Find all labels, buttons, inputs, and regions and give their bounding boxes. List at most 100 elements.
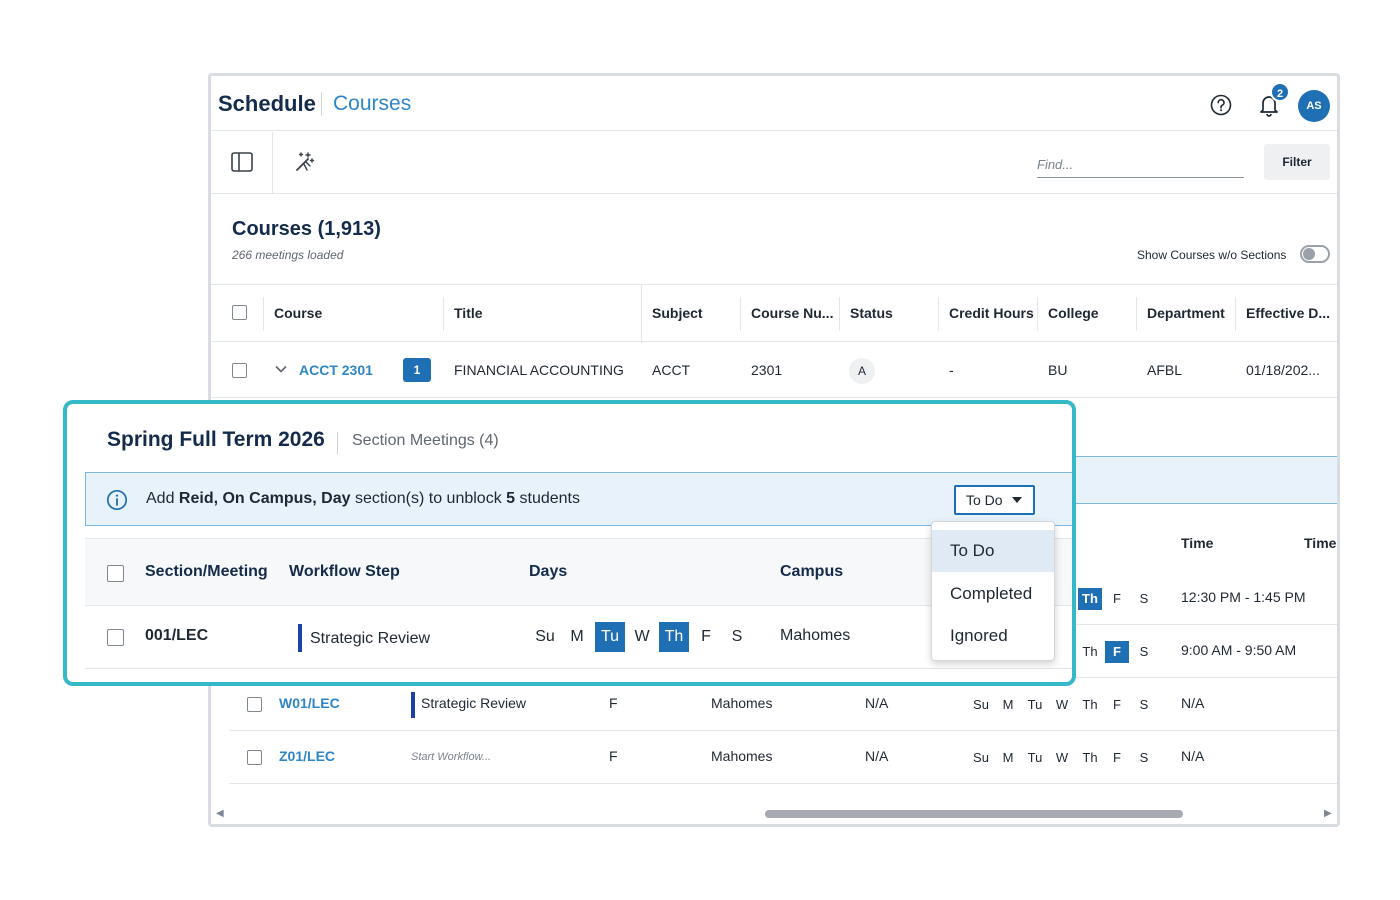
sidebar-panel-icon[interactable]: [231, 152, 253, 172]
column-header-department[interactable]: Department: [1147, 305, 1225, 321]
day-tu: Tu: [1027, 697, 1043, 712]
banner-section-criteria: Reid, On Campus, Day: [178, 490, 351, 507]
column-header-credit-hours[interactable]: Credit Hours: [949, 305, 1034, 321]
banner-student-count: 5: [506, 490, 516, 507]
day-f: F: [1113, 750, 1121, 765]
filter-button[interactable]: Filter: [1264, 144, 1330, 180]
caret-down-icon: [1012, 497, 1022, 503]
meeting-day: F: [609, 748, 618, 764]
column-header-college[interactable]: College: [1048, 305, 1099, 321]
section-meetings-card: Spring Full Term 2026 Section Meetings (…: [63, 400, 1076, 686]
avatar[interactable]: AS: [1298, 90, 1330, 122]
toolbar: Filter: [211, 132, 1337, 194]
scroll-left-icon[interactable]: ◀: [216, 808, 224, 819]
show-courses-label: Show Courses w/o Sections: [1137, 248, 1287, 262]
day-w: W: [1055, 750, 1069, 765]
section-meetings-count: Section Meetings (4): [352, 432, 499, 449]
courses-heading: Courses (1,913): [232, 218, 381, 240]
day-s: S: [1139, 591, 1149, 606]
column-header-subject[interactable]: Subject: [652, 305, 703, 321]
workflow-step[interactable]: Strategic Review: [310, 630, 430, 648]
not-applicable: N/A: [865, 748, 889, 764]
page-title[interactable]: Courses: [333, 92, 411, 116]
meetings-table-header: Section/Meeting Workflow Step Days Campu…: [85, 538, 1072, 606]
horizontal-scrollbar[interactable]: ◀ ▶: [211, 804, 1337, 822]
course-link[interactable]: ACCT 2301: [299, 362, 373, 378]
show-courses-toggle[interactable]: [1300, 245, 1330, 263]
meeting-row-checkbox[interactable]: [107, 629, 124, 646]
title-divider: [337, 432, 338, 454]
column-header-section-meeting[interactable]: Section/Meeting: [145, 563, 268, 581]
courses-table-header: Course Title Subject Course Nu... Status…: [211, 284, 1337, 343]
column-divider: [1235, 297, 1236, 331]
day-th: Th: [1082, 697, 1098, 712]
day-s: S: [731, 628, 743, 645]
start-workflow-link[interactable]: Start Workflow...: [411, 751, 491, 763]
row-checkbox[interactable]: [232, 363, 247, 378]
not-applicable: N/A: [865, 695, 889, 711]
campus: Mahomes: [711, 695, 773, 711]
column-header-course-number[interactable]: Course Nu...: [751, 305, 833, 321]
campus: Mahomes: [780, 627, 851, 644]
day-su: Su: [973, 750, 989, 765]
column-divider: [740, 297, 741, 331]
meeting-row[interactable]: 001/LEC Strategic Review Su M Tu W Th F …: [85, 606, 1072, 669]
scroll-right-icon[interactable]: ▶: [1324, 808, 1332, 819]
select-all-checkbox[interactable]: [232, 305, 247, 320]
term-title: Spring Full Term 2026: [107, 428, 325, 451]
column-divider: [1037, 297, 1038, 331]
column-divider: [1136, 297, 1137, 331]
workflow-indicator: [298, 624, 302, 652]
menu-item-to-do[interactable]: To Do: [932, 530, 1054, 572]
day-w: W: [634, 628, 650, 645]
brand-divider: [321, 92, 322, 116]
day-m: M: [1002, 697, 1014, 712]
menu-item-completed[interactable]: Completed: [932, 573, 1054, 615]
column-header-status[interactable]: Status: [850, 305, 893, 321]
column-header-time-2[interactable]: Time: [1304, 535, 1336, 551]
column-divider: [443, 297, 444, 331]
column-header-course[interactable]: Course: [274, 305, 322, 321]
meeting-day: F: [609, 695, 618, 711]
info-icon: [106, 489, 128, 511]
scrollbar-thumb[interactable]: [765, 810, 1183, 818]
day-th: Th: [1082, 644, 1098, 659]
section-row[interactable]: Z01/LEC Start Workflow... F Mahomes N/A …: [229, 731, 1337, 784]
workflow-step[interactable]: Strategic Review: [421, 695, 526, 711]
meeting-time: 9:00 AM - 9:50 AM: [1181, 642, 1297, 658]
column-header-campus[interactable]: Campus: [780, 563, 843, 581]
day-s: S: [1139, 644, 1149, 659]
find-input[interactable]: [1037, 152, 1244, 178]
toolbar-left: [211, 132, 273, 194]
day-w: W: [1055, 697, 1069, 712]
section-link[interactable]: Z01/LEC: [279, 748, 335, 764]
column-header-workflow-step[interactable]: Workflow Step: [289, 563, 400, 581]
column-header-effective-date[interactable]: Effective D...: [1246, 305, 1330, 321]
notification-badge: 2: [1270, 82, 1290, 102]
column-header-days[interactable]: Days: [529, 563, 567, 581]
row-checkbox[interactable]: [247, 697, 262, 712]
select-all-meetings-checkbox[interactable]: [107, 565, 124, 582]
column-divider: [263, 297, 264, 331]
day-f: F: [1113, 591, 1121, 606]
row-checkbox[interactable]: [247, 750, 262, 765]
banner-text-middle: section(s) to unblock: [350, 490, 507, 507]
meetings-loaded-text: 266 meetings loaded: [232, 248, 344, 262]
course-title: FINANCIAL ACCOUNTING: [454, 362, 624, 378]
credit-hours: -: [949, 362, 954, 378]
college: BU: [1048, 362, 1068, 378]
day-tu: Tu: [1027, 750, 1043, 765]
menu-item-ignored[interactable]: Ignored: [932, 615, 1054, 657]
workflow-indicator: [411, 692, 415, 718]
day-s: S: [1139, 750, 1149, 765]
magic-wand-icon[interactable]: [293, 151, 315, 173]
chevron-down-icon[interactable]: [274, 362, 288, 376]
help-icon[interactable]: [1210, 94, 1232, 116]
column-header-time[interactable]: Time: [1181, 535, 1213, 551]
app-brand[interactable]: Schedule: [218, 91, 316, 117]
table-row[interactable]: ACCT 2301 1 FINANCIAL ACCOUNTING ACCT 23…: [211, 343, 1337, 398]
section-link[interactable]: W01/LEC: [279, 695, 340, 711]
status-dropdown-button[interactable]: To Do: [954, 485, 1035, 515]
column-header-title[interactable]: Title: [454, 305, 483, 321]
section-link[interactable]: 001/LEC: [145, 627, 208, 645]
